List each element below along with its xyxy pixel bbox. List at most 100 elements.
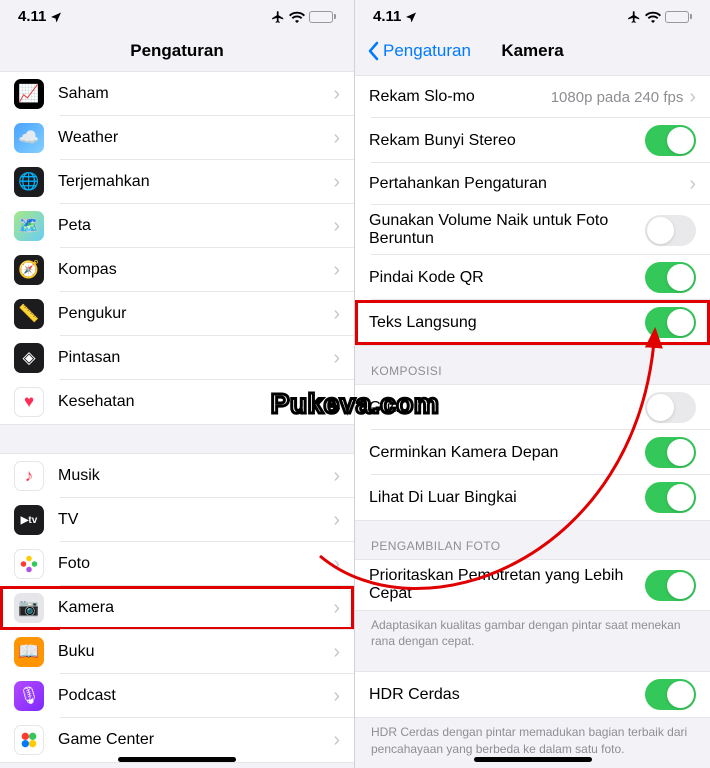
gamecenter-icon [14,725,44,755]
camera-settings-list[interactable]: Rekam Slo-mo1080p pada 240 fps› Rekam Bun… [355,75,710,757]
row-label: Terjemahkan [58,173,333,191]
settings-row-prioritas[interactable]: Prioritaskan Pemotretan yang Lebih Cepat [355,560,710,610]
row-label: Saham [58,85,333,103]
row-label: Foto [58,555,333,573]
settings-row-pengukur[interactable]: 📏Pengukur› [0,292,354,336]
toggle-stereo[interactable] [645,125,696,156]
row-label: Lihat Di Luar Bingkai [369,489,645,507]
camera-settings-screen: 4.11 Pengaturan [355,0,710,768]
row-label: Pindai Kode QR [369,269,645,287]
chevron-right-icon: › [333,642,340,662]
toggle-hdr[interactable] [645,679,696,710]
settings-row-tv[interactable]: ▶tvTV› [0,498,354,542]
toggle-prioritas[interactable] [645,570,696,601]
location-icon [50,11,62,23]
settings-list[interactable]: 📈Saham›☁️Weather›🌐Terjemahkan›🗺️Peta›🧭Ko… [0,71,354,768]
row-label: Podcast [58,687,333,705]
settings-row-teks[interactable]: Teks Langsung [355,300,710,345]
wifi-icon [645,11,661,23]
toggle-cermin[interactable] [645,437,696,468]
page-title: Kamera [501,41,563,61]
chevron-right-icon: › [333,686,340,706]
row-label: Teks Langsung [369,314,645,332]
settings-row-buku[interactable]: 📖Buku› [0,630,354,674]
home-indicator[interactable] [118,757,236,762]
settings-row-podcast[interactable]: 🎙 Podcast› [0,674,354,718]
settings-row-saham[interactable]: 📈 Saham› [0,72,354,116]
kompas-icon: 🧭 [14,255,44,285]
home-indicator[interactable] [474,757,592,762]
toggle-volumenaik[interactable] [645,215,696,246]
toggle-qr[interactable] [645,262,696,293]
settings-row-volumenaik[interactable]: Gunakan Volume Naik untuk Foto Beruntun [355,205,710,255]
kesehatan-icon: ♥ [14,387,44,417]
row-label: HDR Cerdas [369,686,645,704]
settings-group: Rekam Slo-mo1080p pada 240 fps› Rekam Bun… [355,75,710,346]
settings-row-pintasan[interactable]: ◈ Pintasan› [0,336,354,380]
chevron-right-icon: › [689,174,696,194]
toggle-luar[interactable] [645,482,696,513]
terjemah-icon: 🌐 [14,167,44,197]
chevron-right-icon: › [333,172,340,192]
battery-icon [309,11,336,23]
toggle-teks[interactable] [645,307,696,338]
row-label: Buku [58,643,333,661]
section-footer: Adaptasikan kualitas gambar dengan pinta… [355,611,710,649]
settings-group: Prioritaskan Pemotretan yang Lebih Cepat [355,559,710,611]
chevron-right-icon: › [333,510,340,530]
settings-row-kompas[interactable]: 🧭 Kompas› [0,248,354,292]
settings-row-pertahankan[interactable]: Pertahankan Pengaturan› [355,163,710,205]
podcast-icon: 🎙 [14,681,44,711]
settings-row-foto[interactable]: Foto› [0,542,354,586]
chevron-right-icon: › [333,730,340,750]
settings-row-grid[interactable]: Grid [355,385,710,430]
settings-row-weather[interactable]: ☁️Weather› [0,116,354,160]
settings-row-peta[interactable]: 🗺️Peta› [0,204,354,248]
foto-icon [14,549,44,579]
settings-row-cermin[interactable]: Cerminkan Kamera Depan [355,430,710,475]
row-label: Grid [369,399,645,417]
settings-group: HDR Cerdas [355,671,710,718]
row-label: Pengukur [58,305,333,323]
toggle-grid[interactable] [645,392,696,423]
back-button[interactable]: Pengaturan [367,41,471,61]
row-label: Pertahankan Pengaturan [369,175,689,193]
section-header: KOMPOSISI [355,346,710,384]
settings-row-qr[interactable]: Pindai Kode QR [355,255,710,300]
pintasan-icon: ◈ [14,343,44,373]
chevron-right-icon: › [333,466,340,486]
nav-bar: Pengaturan [0,31,354,71]
pengukur-icon: 📏 [14,299,44,329]
battery-icon [665,11,692,23]
settings-row-slomo[interactable]: Rekam Slo-mo1080p pada 240 fps› [355,76,710,118]
settings-row-kesehatan[interactable]: ♥Kesehatan› [0,380,354,424]
settings-row-musik[interactable]: ♪Musik› [0,454,354,498]
settings-row-hdr[interactable]: HDR Cerdas [355,672,710,717]
back-label: Pengaturan [383,41,471,61]
page-title: Pengaturan [130,41,224,61]
tv-icon: ▶tv [14,505,44,535]
row-label: Prioritaskan Pemotretan yang Lebih Cepat [369,567,645,603]
row-label: Kesehatan [58,393,333,411]
row-label: Rekam Bunyi Stereo [369,132,645,150]
section-header: PENGAMBILAN FOTO [355,521,710,559]
settings-row-kamera[interactable]: 📷Kamera› [0,586,354,630]
chevron-right-icon: › [333,84,340,104]
settings-row-terjemah[interactable]: 🌐 Terjemahkan› [0,160,354,204]
settings-group: ♪Musik›▶tvTV›Foto›📷Kamera›📖Buku›🎙Podcast… [0,453,354,763]
row-label: Pintasan [58,349,333,367]
settings-row-gamecenter[interactable]: Game Center› [0,718,354,762]
chevron-right-icon: › [333,348,340,368]
row-label: Cerminkan Kamera Depan [369,444,645,462]
settings-row-luar[interactable]: Lihat Di Luar Bingkai [355,475,710,520]
row-label: Peta [58,217,333,235]
chevron-right-icon: › [333,260,340,280]
status-time: 4.11 [18,8,46,25]
saham-icon: 📈 [14,79,44,109]
chevron-right-icon: › [333,598,340,618]
weather-icon: ☁️ [14,123,44,153]
row-label: Game Center [58,731,333,749]
row-label: Kamera [58,599,333,617]
settings-row-stereo[interactable]: Rekam Bunyi Stereo [355,118,710,163]
row-label: Kompas [58,261,333,279]
